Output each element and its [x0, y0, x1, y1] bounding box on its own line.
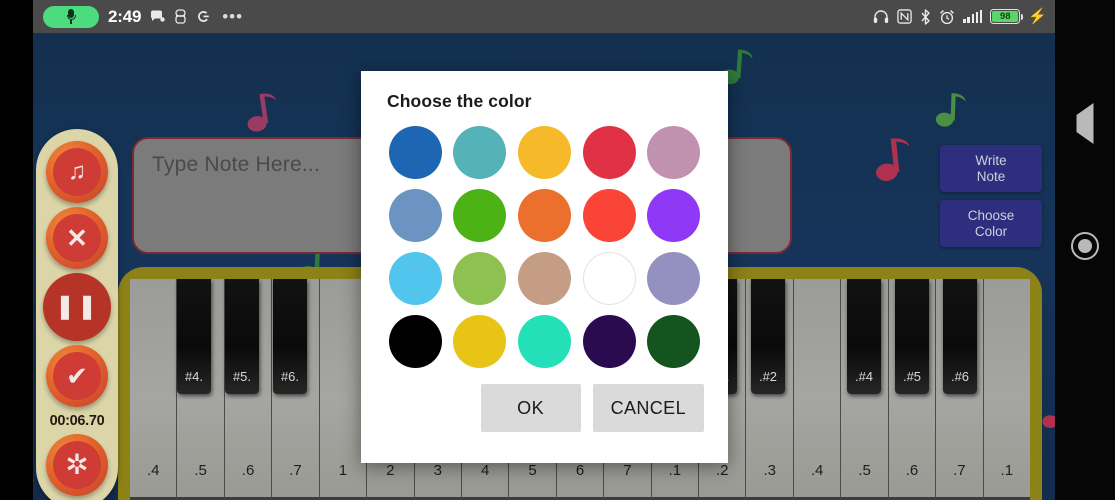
color-swatch-steel-blue[interactable] — [387, 189, 444, 242]
swatch-circle — [647, 252, 701, 305]
status-bar-clock: 2:49 — [108, 6, 142, 26]
swatch-circle — [388, 189, 442, 242]
swatch-circle — [517, 315, 571, 368]
swatch-circle — [517, 252, 571, 305]
swatch-circle — [582, 189, 636, 242]
color-swatch-white[interactable] — [581, 252, 638, 305]
swatch-circle — [517, 126, 571, 179]
headphones-icon — [873, 9, 889, 24]
mic-recording-pill — [43, 5, 99, 28]
swatch-circle — [582, 126, 636, 179]
color-swatch-turquoise[interactable] — [516, 315, 573, 368]
color-swatch-violet[interactable] — [645, 189, 702, 242]
swatch-circle — [647, 315, 701, 368]
color-swatch-red[interactable] — [581, 189, 638, 242]
color-swatch-grid — [387, 126, 706, 368]
status-bar: 2:49 ••• 98 ⚡ — [33, 0, 1055, 33]
swatch-circle — [388, 315, 442, 368]
color-swatch-crimson[interactable] — [581, 126, 638, 179]
choose-color-dialog: Choose the color OK CANCEL — [361, 71, 728, 463]
dialog-actions: OK CANCEL — [387, 384, 706, 432]
swatch-circle — [453, 189, 507, 242]
status-bar-right: 98 ⚡ — [873, 8, 1047, 25]
battery-percent-label: 98 — [1000, 11, 1011, 22]
charging-bolt-icon: ⚡ — [1028, 8, 1047, 25]
nav-home-button[interactable] — [1071, 232, 1099, 260]
color-swatch-dark-green[interactable] — [645, 315, 702, 368]
color-swatch-blue[interactable] — [387, 126, 444, 179]
swatch-circle — [647, 126, 701, 179]
alarm-clock-icon — [939, 9, 955, 25]
navigation-bar — [1055, 0, 1115, 500]
android-robot-icon — [174, 9, 187, 24]
left-bezel — [0, 0, 33, 500]
home-circle-icon — [1071, 232, 1099, 260]
swatch-circle — [388, 252, 442, 305]
nfc-icon — [897, 9, 913, 24]
color-swatch-teal[interactable] — [452, 126, 509, 179]
color-swatch-green[interactable] — [452, 189, 509, 242]
status-bar-left: 2:49 ••• — [43, 5, 873, 28]
color-swatch-tan[interactable] — [516, 252, 573, 305]
bluetooth-icon — [920, 8, 931, 25]
microphone-icon — [66, 8, 76, 25]
swatch-circle — [453, 315, 507, 368]
swatch-circle — [453, 252, 507, 305]
ok-button[interactable]: OK — [480, 384, 581, 432]
device-screen: Type Note Here... Write Note Choose Colo… — [0, 0, 1115, 500]
nav-back-button[interactable] — [1076, 103, 1094, 144]
google-g-icon — [196, 9, 211, 24]
back-triangle-icon — [1076, 103, 1094, 144]
swatch-circle — [453, 126, 507, 179]
more-dots-icon[interactable]: ••• — [222, 7, 243, 27]
color-swatch-light-green[interactable] — [452, 252, 509, 305]
color-swatch-mauve[interactable] — [645, 126, 702, 179]
color-swatch-dark-purple[interactable] — [581, 315, 638, 368]
signal-bars-icon — [963, 10, 983, 23]
swatch-circle — [647, 189, 701, 242]
color-swatch-orange[interactable] — [516, 189, 573, 242]
color-swatch-gold[interactable] — [452, 315, 509, 368]
swatch-circle — [582, 252, 636, 305]
chat-bubble-icon — [150, 10, 165, 23]
swatch-circle — [517, 189, 571, 242]
cancel-button[interactable]: CANCEL — [592, 384, 704, 432]
swatch-circle — [388, 126, 442, 179]
swatch-circle — [582, 315, 636, 368]
color-swatch-periwinkle[interactable] — [645, 252, 702, 305]
color-swatch-black[interactable] — [387, 315, 444, 368]
color-swatch-sky-blue[interactable] — [387, 252, 444, 305]
color-swatch-amber[interactable] — [516, 126, 573, 179]
battery-icon: 98 — [990, 9, 1024, 24]
dialog-title: Choose the color — [387, 91, 532, 111]
